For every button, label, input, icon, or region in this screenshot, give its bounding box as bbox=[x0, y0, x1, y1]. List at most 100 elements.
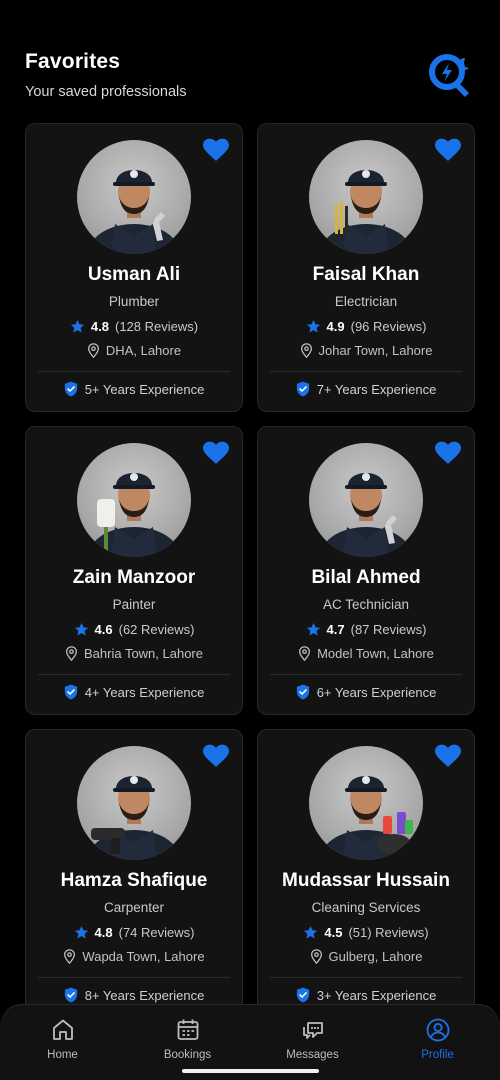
professional-name: Mudassar Hussain bbox=[282, 870, 450, 891]
professional-role: AC Technician bbox=[322, 597, 410, 612]
divider bbox=[270, 674, 462, 675]
nav-bookings-label: Bookings bbox=[163, 1049, 212, 1061]
verified-shield-icon bbox=[296, 684, 309, 700]
professional-role: Painter bbox=[112, 597, 156, 612]
nav-profile[interactable]: Profile bbox=[388, 1017, 488, 1061]
review-count: (62 Reviews) bbox=[118, 622, 195, 637]
location: Gulberg, Lahore bbox=[258, 949, 474, 964]
rating-score: 4.8 bbox=[94, 925, 113, 940]
star-icon bbox=[74, 622, 88, 636]
professional-role: Plumber bbox=[108, 294, 160, 309]
location-text: Bahria Town, Lahore bbox=[83, 646, 203, 661]
divider bbox=[38, 977, 230, 978]
app-logo-icon bbox=[429, 54, 469, 97]
rating: 4.8 (128 Reviews) bbox=[26, 319, 242, 334]
nav-home-label: Home bbox=[47, 1049, 78, 1061]
home-icon bbox=[52, 1019, 73, 1040]
divider bbox=[38, 674, 230, 675]
rating: 4.5 (51) Reviews) bbox=[258, 925, 474, 940]
rating-score: 4.6 bbox=[94, 622, 113, 637]
page-title: Favorites bbox=[25, 50, 121, 73]
review-count: (96 Reviews) bbox=[350, 319, 427, 334]
experience-text: 5+ Years Experience bbox=[84, 381, 205, 397]
nav-messages[interactable]: Messages bbox=[263, 1017, 363, 1061]
location-pin-icon bbox=[64, 949, 76, 964]
professional-role: Electrician bbox=[334, 294, 398, 309]
experience-text: 6+ Years Experience bbox=[316, 684, 437, 700]
heart-icon[interactable] bbox=[435, 744, 461, 768]
location: Model Town, Lahore bbox=[258, 646, 474, 661]
nav-bookings[interactable]: Bookings bbox=[138, 1017, 238, 1061]
rating-score: 4.7 bbox=[326, 622, 345, 637]
experience: 3+ Years Experience bbox=[258, 987, 474, 1003]
portrait-illustration bbox=[320, 170, 412, 254]
professional-card[interactable]: Faisal Khan Electrician 4.9 (96 Reviews)… bbox=[257, 123, 475, 412]
professional-name: Faisal Khan bbox=[312, 264, 420, 285]
avatar bbox=[77, 443, 191, 557]
verified-shield-icon bbox=[64, 987, 77, 1003]
experience: 8+ Years Experience bbox=[26, 987, 242, 1003]
calendar-icon bbox=[177, 1019, 198, 1040]
location-pin-icon bbox=[300, 343, 312, 358]
portrait-illustration bbox=[320, 473, 412, 557]
nav-messages-label: Messages bbox=[286, 1049, 339, 1061]
experience: 6+ Years Experience bbox=[258, 684, 474, 700]
star-icon bbox=[304, 925, 318, 939]
experience: 5+ Years Experience bbox=[26, 381, 242, 397]
review-count: (128 Reviews) bbox=[114, 319, 199, 334]
review-count: (74 Reviews) bbox=[118, 925, 195, 940]
professional-card[interactable]: Hamza Shafique Carpenter 4.8 (74 Reviews… bbox=[25, 729, 243, 1018]
professional-name: Usman Ali bbox=[87, 264, 181, 285]
heart-icon[interactable] bbox=[203, 138, 229, 162]
location-pin-icon bbox=[66, 646, 77, 661]
profile-icon bbox=[426, 1018, 449, 1042]
location-text: DHA, Lahore bbox=[105, 343, 182, 358]
avatar bbox=[77, 140, 191, 254]
rating: 4.9 (96 Reviews) bbox=[258, 319, 474, 334]
experience-text: 3+ Years Experience bbox=[316, 987, 437, 1003]
location-text: Model Town, Lahore bbox=[317, 646, 434, 661]
portrait-illustration bbox=[88, 473, 180, 557]
location: Johar Town, Lahore bbox=[258, 343, 474, 358]
verified-shield-icon bbox=[64, 381, 77, 397]
professional-role: Carpenter bbox=[103, 900, 165, 915]
heart-icon[interactable] bbox=[435, 441, 461, 465]
verified-shield-icon bbox=[296, 987, 309, 1003]
home-indicator bbox=[182, 1069, 319, 1073]
professional-name: Bilal Ahmed bbox=[311, 567, 421, 588]
heart-icon[interactable] bbox=[435, 138, 461, 162]
page-header: Favorites Your saved professionals bbox=[25, 50, 475, 110]
avatar bbox=[77, 746, 191, 860]
chat-icon bbox=[302, 1022, 323, 1039]
professional-name: Zain Manzoor bbox=[72, 567, 196, 588]
professional-role: Cleaning Services bbox=[311, 900, 421, 915]
professional-name: Hamza Shafique bbox=[60, 870, 208, 891]
heart-icon[interactable] bbox=[203, 744, 229, 768]
rating: 4.6 (62 Reviews) bbox=[26, 622, 242, 637]
location: Wapda Town, Lahore bbox=[26, 949, 242, 964]
nav-home[interactable]: Home bbox=[13, 1017, 113, 1061]
star-icon bbox=[74, 925, 88, 939]
review-count: (51) Reviews) bbox=[348, 925, 429, 940]
rating: 4.7 (87 Reviews) bbox=[258, 622, 474, 637]
star-icon bbox=[70, 319, 84, 333]
professional-card[interactable]: Mudassar Hussain Cleaning Services 4.5 (… bbox=[257, 729, 475, 1018]
verified-shield-icon bbox=[64, 684, 77, 700]
experience-text: 7+ Years Experience bbox=[316, 381, 437, 397]
experience: 4+ Years Experience bbox=[26, 684, 242, 700]
avatar bbox=[309, 140, 423, 254]
star-icon bbox=[306, 319, 320, 333]
verified-shield-icon bbox=[296, 381, 309, 397]
location: DHA, Lahore bbox=[26, 343, 242, 358]
portrait-illustration bbox=[320, 776, 413, 860]
rating-score: 4.5 bbox=[324, 925, 343, 940]
nav-profile-label: Profile bbox=[421, 1049, 454, 1061]
professional-card[interactable]: Usman Ali Plumber 4.8 (128 Reviews) DHA,… bbox=[25, 123, 243, 412]
portrait-illustration bbox=[88, 170, 180, 254]
rating: 4.8 (74 Reviews) bbox=[26, 925, 242, 940]
heart-icon[interactable] bbox=[203, 441, 229, 465]
professional-card[interactable]: Bilal Ahmed AC Technician 4.7 (87 Review… bbox=[257, 426, 475, 715]
rating-score: 4.8 bbox=[90, 319, 109, 334]
professional-card[interactable]: Zain Manzoor Painter 4.6 (62 Reviews) Ba… bbox=[25, 426, 243, 715]
divider bbox=[38, 371, 230, 372]
